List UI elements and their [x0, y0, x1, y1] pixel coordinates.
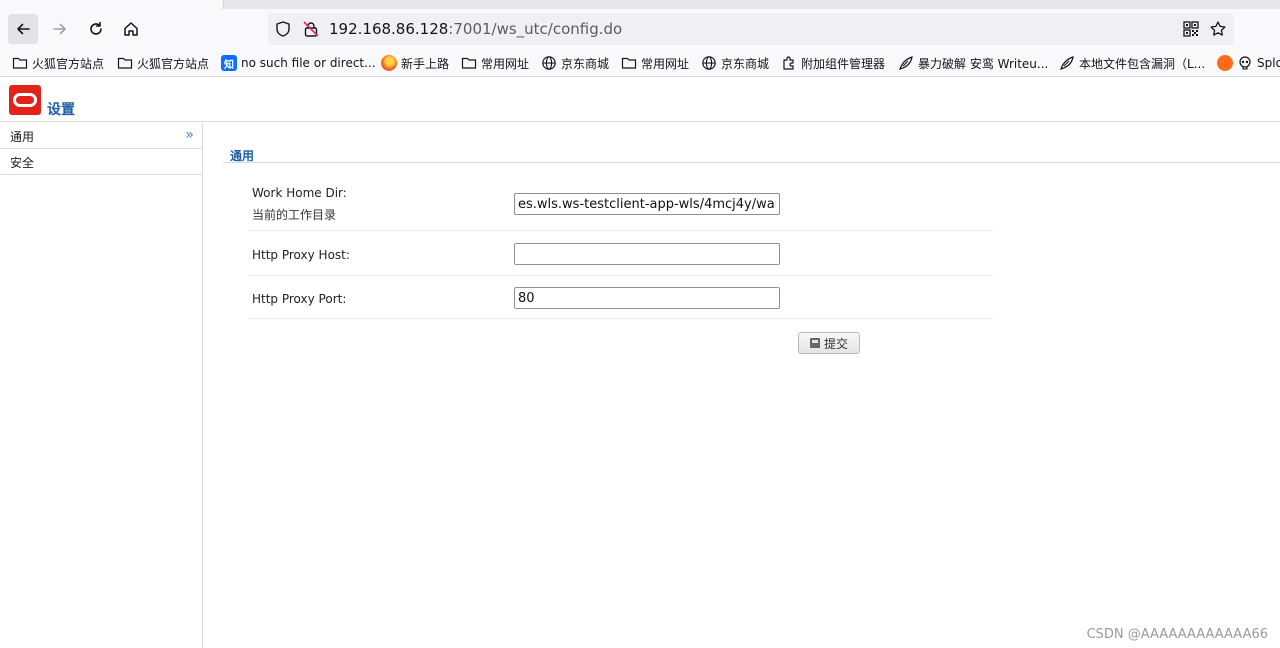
page-title: 设置 [47, 102, 75, 118]
qr-code-icon[interactable] [1182, 20, 1200, 38]
bookmark-label: 火狐官方站点 [137, 56, 210, 71]
bookmark-label: 京东商城 [561, 56, 610, 71]
globe-icon [701, 55, 717, 71]
bookmark-item[interactable]: 常用网址 [461, 54, 529, 72]
bookmark-item[interactable]: Splo [1217, 54, 1280, 72]
globe-icon [541, 55, 557, 71]
folder-icon [12, 55, 28, 71]
back-button[interactable] [8, 14, 38, 44]
bookmark-item[interactable]: 常用网址 [621, 54, 689, 72]
bookmark-label: 暴力破解 安鸾 Writeu... [918, 56, 1049, 71]
app-header: 设置 [0, 77, 1280, 122]
work-home-dir-input[interactable] [514, 193, 780, 215]
arrow-right-icon [53, 23, 66, 35]
reload-button[interactable] [81, 14, 111, 44]
url-host: 192.168.86.128 [329, 20, 449, 38]
field-label: Http Proxy Port: [252, 292, 347, 306]
sidebar-item-label: 安全 [10, 156, 35, 170]
active-tab[interactable] [0, 0, 224, 9]
bookmark-label: 常用网址 [481, 56, 530, 71]
leaf-icon [1059, 55, 1075, 71]
form-row-work-home-dir: Work Home Dir: 当前的工作目录 [248, 181, 993, 231]
field-sublabel: 当前的工作目录 [252, 208, 337, 222]
sidebar-item-general[interactable]: 通用 » [0, 123, 202, 149]
bookmark-item[interactable]: 京东商城 [701, 54, 769, 72]
submit-label: 提交 [823, 336, 848, 351]
tab-strip [0, 0, 1280, 9]
bookmark-label: 常用网址 [641, 56, 690, 71]
bookmark-label: 新手上路 [401, 56, 450, 71]
http-proxy-port-input[interactable] [514, 287, 780, 309]
bookmark-label: Splo [1257, 56, 1280, 70]
zhihu-icon: 知 [221, 55, 237, 71]
section-divider [223, 162, 1280, 163]
insecure-lock-icon[interactable] [302, 20, 320, 38]
watermark: CSDN @AAAAAAAAAAAA66 [1086, 627, 1268, 642]
bookmark-label: 本地文件包含漏洞（L... [1079, 56, 1206, 71]
puzzle-icon [781, 55, 797, 71]
collapse-icon[interactable]: » [185, 127, 193, 143]
leaf-icon [898, 55, 914, 71]
arrow-left-icon [17, 23, 30, 35]
skull-icon [1237, 55, 1253, 71]
url-text[interactable]: 192.168.86.128:7001/ws_utc/config.do [329, 20, 622, 38]
field-label: Http Proxy Host: [252, 248, 350, 262]
sidebar-item-label: 通用 [10, 130, 35, 144]
bookmark-item[interactable]: 火狐官方站点 [117, 54, 209, 72]
save-icon [809, 338, 820, 348]
url-bar[interactable]: 192.168.86.128:7001/ws_utc/config.do [268, 13, 1234, 45]
oracle-logo-icon [9, 85, 41, 115]
bookmark-label: 火狐官方站点 [32, 56, 105, 71]
folder-icon [621, 55, 637, 71]
bookmark-item[interactable]: 暴力破解 安鸾 Writeu... [898, 54, 1048, 72]
url-path: :7001/ws_utc/config.do [448, 20, 623, 38]
home-button[interactable] [116, 14, 146, 44]
sidebar-item-security[interactable]: 安全 [0, 149, 202, 175]
folder-icon [117, 55, 133, 71]
star-icon[interactable] [1209, 20, 1227, 38]
bookmark-label: 附加组件管理器 [801, 56, 886, 71]
main-content: 通用 Work Home Dir: 当前的工作目录 Http Proxy Hos… [204, 123, 1280, 648]
bookmark-item[interactable]: 新手上路 [381, 54, 449, 72]
bookmark-item[interactable]: 火狐官方站点 [12, 54, 104, 72]
forward-button[interactable] [45, 14, 75, 44]
browser-toolbar: 192.168.86.128:7001/ws_utc/config.do [0, 9, 1280, 49]
bookmark-item[interactable]: 京东商城 [541, 54, 609, 72]
submit-button[interactable]: 提交 [798, 332, 860, 354]
reload-icon [90, 21, 102, 35]
form-row-http-proxy-port: Http Proxy Port: [248, 276, 993, 319]
folder-icon [461, 55, 477, 71]
bookmark-label: 京东商城 [721, 56, 770, 71]
bookmark-item[interactable]: 本地文件包含漏洞（L... [1059, 54, 1205, 72]
sidebar: 通用 » 安全 [0, 123, 203, 648]
orange-badge-icon [1217, 55, 1233, 71]
form-row-http-proxy-host: Http Proxy Host: [248, 231, 993, 276]
firefox-icon [381, 55, 397, 71]
zhihu-badge: 知 [221, 55, 237, 71]
field-label: Work Home Dir: [252, 186, 347, 200]
http-proxy-host-input[interactable] [514, 243, 780, 265]
bookmark-label: no such file or direct... [241, 56, 376, 70]
home-icon [124, 22, 138, 36]
bookmark-item[interactable]: 知 no such file or direct... [221, 54, 376, 72]
shield-icon[interactable] [274, 20, 292, 38]
bookmark-item[interactable]: 附加组件管理器 [781, 54, 885, 72]
bookmarks-bar: 火狐官方站点 火狐官方站点 知 no such file or direct..… [0, 49, 1280, 77]
